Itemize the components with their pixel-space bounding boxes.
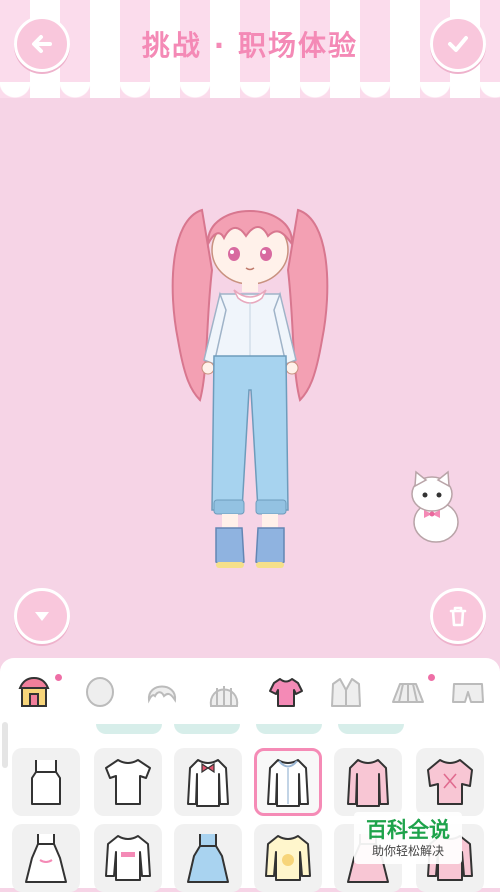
page-title: 挑战 · 职场体验 bbox=[141, 29, 359, 62]
shorts-icon bbox=[452, 683, 484, 703]
tab-pants[interactable] bbox=[448, 672, 488, 712]
bangs-icon bbox=[147, 685, 177, 704]
item-sweater[interactable] bbox=[94, 824, 162, 892]
item-overalls-dress[interactable] bbox=[174, 824, 242, 892]
item-camisole[interactable] bbox=[12, 748, 80, 816]
watermark: 百科全说 助你轻松解决 bbox=[354, 812, 462, 864]
skirts-notification-dot bbox=[428, 674, 435, 681]
shop-icon bbox=[18, 676, 50, 707]
tab-hair-front[interactable] bbox=[142, 672, 182, 712]
yellow-top-icon bbox=[265, 835, 311, 881]
category-tabs bbox=[0, 666, 500, 718]
shop-notification-dot bbox=[55, 674, 62, 681]
checkmark-icon bbox=[448, 36, 468, 52]
item-yellow-top[interactable] bbox=[254, 824, 322, 892]
hair-back-icon bbox=[209, 686, 239, 707]
shelf-hint bbox=[174, 724, 240, 734]
collapse-button[interactable] bbox=[14, 588, 70, 644]
tab-skirts[interactable] bbox=[388, 672, 428, 712]
trash-icon bbox=[449, 606, 467, 627]
delete-button[interactable] bbox=[430, 588, 486, 644]
dress-icon bbox=[25, 834, 67, 883]
tab-face[interactable] bbox=[80, 672, 120, 712]
shelf-hint bbox=[256, 724, 322, 734]
chevron-down-icon bbox=[35, 612, 49, 621]
bow-blouse-icon bbox=[187, 759, 229, 807]
dressup-character bbox=[171, 208, 329, 568]
item-bow-blouse[interactable] bbox=[174, 748, 242, 816]
watermark-subtitle: 助你轻松解决 bbox=[371, 844, 444, 858]
shirt-icon bbox=[269, 678, 303, 707]
collar-blouse-icon bbox=[267, 759, 309, 807]
item-tshirt[interactable] bbox=[94, 748, 162, 816]
item-dress[interactable] bbox=[12, 824, 80, 892]
face-icon bbox=[86, 677, 114, 707]
sweater-icon bbox=[105, 835, 151, 881]
tab-shop[interactable] bbox=[14, 672, 54, 712]
confirm-button[interactable] bbox=[430, 16, 486, 72]
pink-top-icon bbox=[347, 759, 389, 807]
item-collar-blouse[interactable] bbox=[254, 748, 322, 816]
shelf-hint bbox=[96, 724, 162, 734]
camisole-icon bbox=[31, 760, 61, 805]
tab-coats[interactable] bbox=[326, 672, 366, 712]
item-pink-top[interactable] bbox=[334, 748, 402, 816]
back-button[interactable] bbox=[14, 16, 70, 72]
tshirt-icon bbox=[105, 759, 151, 805]
skirt-icon bbox=[392, 683, 424, 703]
awning-scallop bbox=[0, 82, 500, 108]
jacket-icon bbox=[331, 678, 361, 707]
panel-scroll-handle[interactable] bbox=[2, 722, 8, 768]
lace-top-icon bbox=[427, 759, 473, 805]
watermark-title: 百科全说 bbox=[366, 818, 450, 842]
tab-tops[interactable] bbox=[266, 672, 306, 712]
tab-hair-back[interactable] bbox=[204, 672, 244, 712]
pet-cat[interactable] bbox=[402, 466, 466, 546]
overalls-dress-icon bbox=[187, 834, 229, 883]
shelf-hint bbox=[338, 724, 404, 734]
back-arrow-icon bbox=[32, 35, 52, 53]
item-lace-top[interactable] bbox=[416, 748, 484, 816]
